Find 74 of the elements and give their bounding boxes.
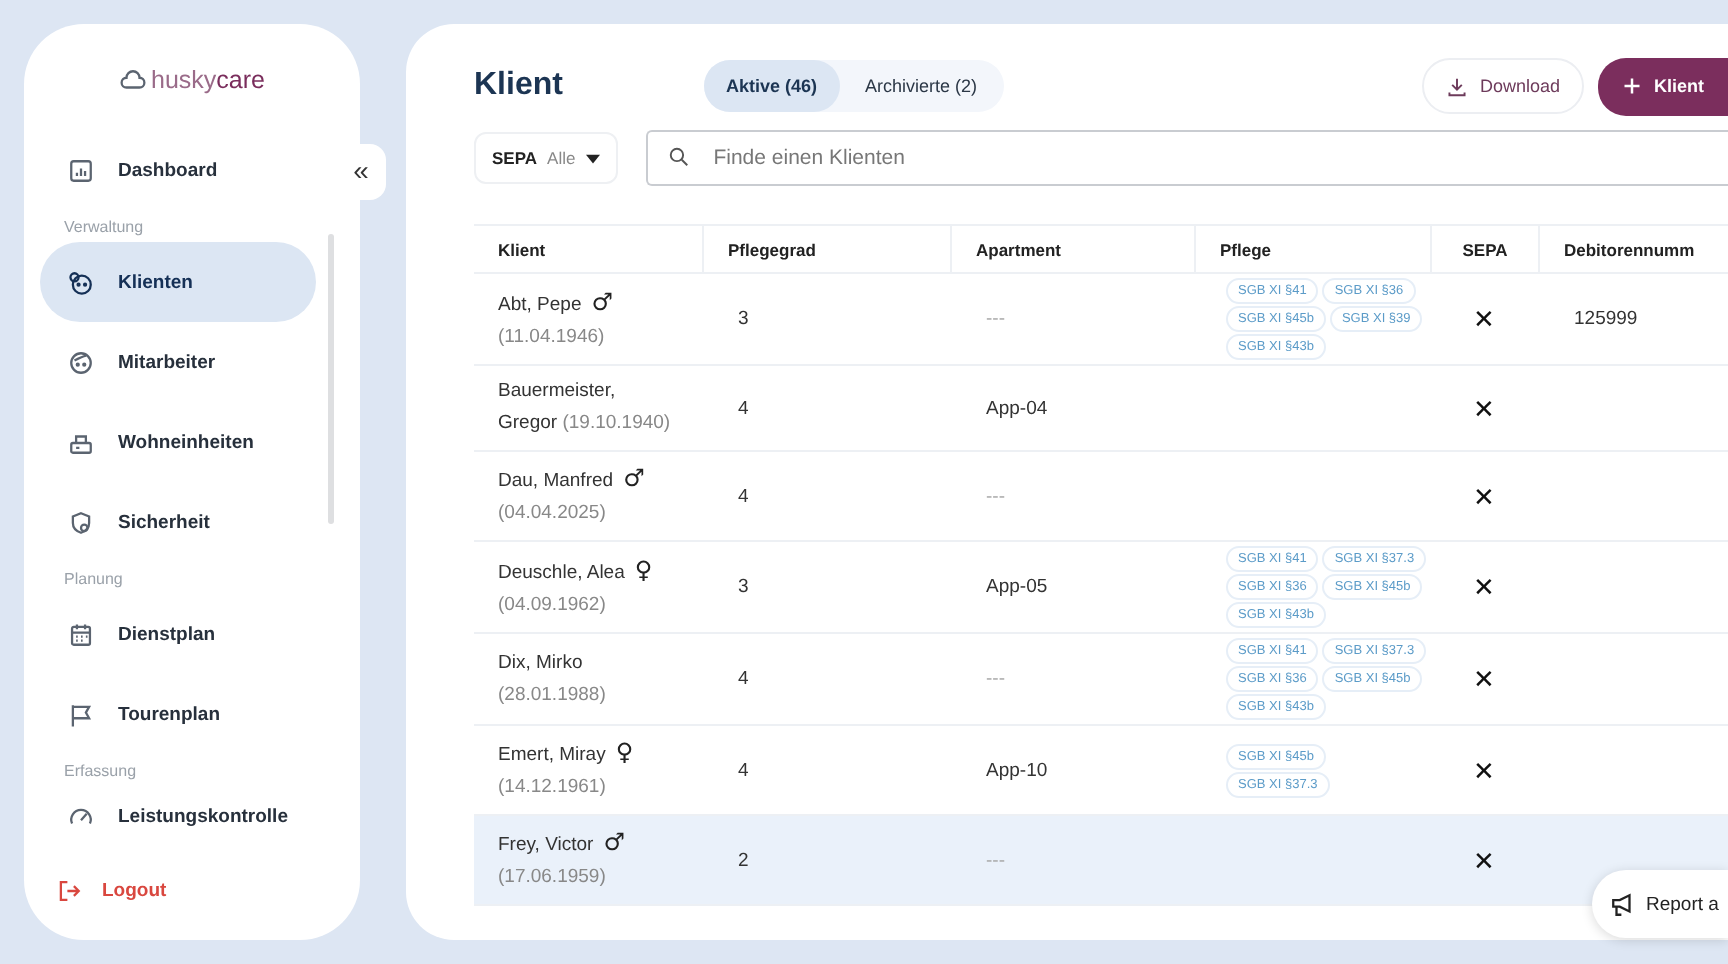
- table-cell: 3: [738, 576, 749, 598]
- table-cell: ---: [986, 668, 1005, 690]
- column-header[interactable]: SEPA: [1430, 226, 1538, 272]
- client-name: Bauermeister, Gregor (19.10.1940): [498, 380, 671, 434]
- table-row[interactable]: Dau, Manfred ♂ (04.04.2025) 4 --- ✕: [474, 452, 1728, 542]
- table-cell: 3: [738, 308, 749, 330]
- section-label: Erfassung: [62, 759, 139, 784]
- nav-item[interactable]: Sicherheit: [40, 482, 316, 562]
- caret-icon: [585, 153, 600, 163]
- cloud-icon: [119, 67, 145, 93]
- table-cell: 4: [738, 485, 749, 507]
- client-name: Abt, Pepe ♂ (11.04.1946): [498, 293, 613, 347]
- client-name: Deuschle, Alea ♀ (04.09.1962): [498, 561, 653, 615]
- sepa-cross: ✕: [1473, 481, 1495, 511]
- client-name: Dix, Mirko (28.01.1988): [498, 651, 606, 705]
- nav-item[interactable]: Leistungskontrolle: [40, 786, 316, 846]
- table-cell: App-05: [986, 576, 1048, 598]
- flag-icon: [68, 701, 94, 727]
- column-header[interactable]: Klient: [474, 226, 702, 272]
- plus-icon: [1621, 76, 1642, 96]
- calendar-icon: [68, 621, 94, 647]
- sepa-cross: ✕: [1473, 845, 1495, 875]
- column-header[interactable]: Apartment: [950, 226, 1194, 272]
- sepa-dropdown[interactable]: SEPA Alle: [474, 132, 618, 184]
- logout-icon: [56, 878, 82, 904]
- tab[interactable]: Aktive (46): [704, 60, 840, 112]
- table-cell: ---: [986, 485, 1005, 507]
- table-cell: 4: [738, 397, 749, 419]
- search-icon: [667, 146, 690, 168]
- sepa-cross: ✕: [1473, 664, 1495, 694]
- table-cell: ---: [986, 849, 1005, 871]
- column-header[interactable]: Pflegegrad: [702, 226, 950, 272]
- add-client-button[interactable]: Klient: [1597, 57, 1728, 115]
- section-label: Verwaltung: [62, 215, 146, 240]
- nav-item[interactable]: Wohneinheiten: [40, 402, 316, 482]
- face-icon: [68, 349, 94, 375]
- column-header[interactable]: Pflege: [1194, 226, 1430, 272]
- client-name: Emert, Miray ♀ (14.12.1961): [498, 744, 634, 798]
- table-row[interactable]: Bauermeister, Gregor (19.10.1940) 4 App-04 ✕: [474, 366, 1728, 452]
- client-name: Dau, Manfred ♂ (04.04.2025): [498, 470, 645, 524]
- nav-item[interactable]: Tourenplan: [40, 674, 316, 754]
- chart-icon: [68, 157, 94, 183]
- table-cell: 125999: [1574, 308, 1638, 330]
- table-cell: 4: [738, 668, 749, 690]
- search-field[interactable]: Finde einen Klienten: [645, 130, 1728, 186]
- table-cell: 4: [738, 759, 749, 781]
- report-button[interactable]: Report a: [1592, 870, 1728, 938]
- nav-item[interactable]: Mitarbeiter: [40, 322, 316, 402]
- building-icon: [68, 429, 94, 455]
- table-cell: App-10: [986, 759, 1048, 781]
- scrollbar[interactable]: [328, 234, 334, 524]
- column-header[interactable]: Debitorennumm: [1538, 226, 1728, 272]
- download-icon: [1445, 75, 1468, 97]
- page-title: Klient: [474, 68, 565, 104]
- face-icon: [68, 269, 94, 295]
- sepa-cross: ✕: [1473, 755, 1495, 785]
- sepa-cross: ✕: [1473, 304, 1495, 334]
- client-name: Frey, Victor ♂ (17.06.1959): [498, 834, 625, 888]
- table-cell: App-04: [986, 397, 1048, 419]
- logout-button[interactable]: Logout: [56, 878, 167, 904]
- gauge-icon: [68, 803, 94, 829]
- logo-text: huskycare: [151, 66, 265, 94]
- table-cell: ---: [986, 308, 1005, 330]
- shield-icon: [68, 509, 94, 535]
- download-button[interactable]: Download: [1421, 58, 1584, 114]
- sepa-cross: ✕: [1473, 572, 1495, 602]
- sepa-cross: ✕: [1473, 393, 1495, 423]
- table-cell: 2: [738, 849, 749, 871]
- nav-item[interactable]: Klienten: [40, 242, 316, 322]
- nav-item[interactable]: Dienstplan: [40, 594, 316, 674]
- tab[interactable]: Archivierte (2): [843, 60, 1000, 112]
- megaphone-icon: [1610, 891, 1636, 917]
- nav-item[interactable]: Dashboard: [40, 130, 316, 210]
- section-label: Planung: [62, 567, 125, 592]
